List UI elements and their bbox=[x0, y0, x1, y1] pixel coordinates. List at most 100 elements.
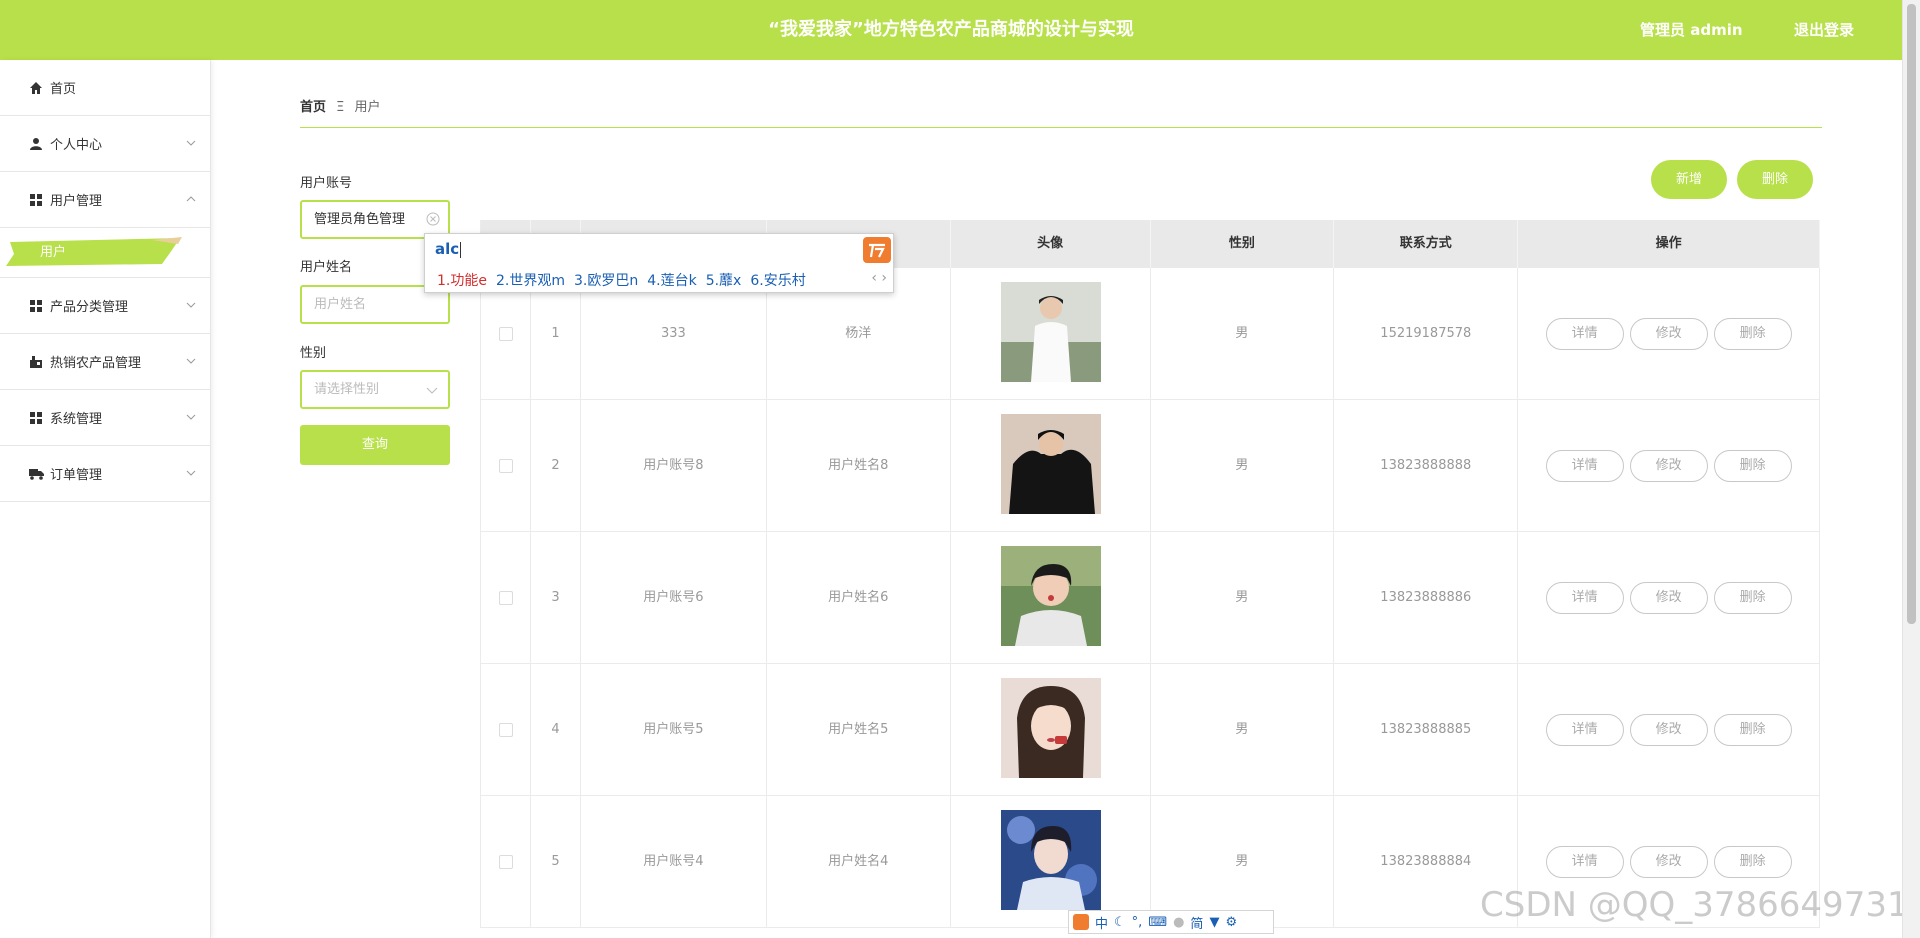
cell-phone: 13823888885 bbox=[1334, 664, 1519, 795]
row-delete-button[interactable]: 删除 bbox=[1713, 713, 1792, 746]
punctuation-icon[interactable]: °, bbox=[1132, 915, 1143, 930]
shirt-icon[interactable]: ▼ bbox=[1209, 915, 1219, 930]
cell-ops: 详情 修改 删除 bbox=[1518, 268, 1820, 399]
sidebar-item-system-management[interactable]: 系统管理 bbox=[0, 390, 210, 446]
chevron-down-icon bbox=[186, 358, 196, 364]
ime-candidate[interactable]: 6.安乐村 bbox=[750, 273, 805, 289]
top-header: “我爱我家”地方特色农产品商城的设计与实现 管理员 admin 退出登录 bbox=[0, 0, 1902, 60]
edit-button[interactable]: 修改 bbox=[1629, 713, 1708, 746]
watermark: CSDN @QQ_3786649731 bbox=[1480, 885, 1909, 925]
row-delete-button[interactable]: 删除 bbox=[1713, 581, 1792, 614]
cell-phone: 13823888888 bbox=[1334, 400, 1519, 531]
sidebar-item-hot-products[interactable]: 热销农产品管理 bbox=[0, 334, 210, 390]
gender-select-placeholder: 请选择性别 bbox=[314, 382, 380, 397]
breadcrumb: 首页 Ξ 用户 bbox=[300, 96, 381, 115]
avatar-image bbox=[1000, 282, 1101, 382]
ime-candidate[interactable]: 2.世界观m bbox=[496, 273, 565, 289]
cell-index: 4 bbox=[531, 664, 581, 795]
grid-icon bbox=[28, 410, 44, 426]
row-checkbox[interactable] bbox=[499, 855, 513, 869]
ime-candidate[interactable]: 1.功能e bbox=[437, 273, 487, 289]
ime-page-nav[interactable]: ‹ › bbox=[871, 270, 887, 286]
cell-check bbox=[481, 796, 531, 927]
row-checkbox[interactable] bbox=[499, 591, 513, 605]
cell-phone: 15219187578 bbox=[1334, 268, 1519, 399]
edit-button[interactable]: 修改 bbox=[1629, 317, 1708, 350]
user-icon[interactable]: ● bbox=[1173, 915, 1184, 930]
sidebar-item-personal-center[interactable]: 个人中心 bbox=[0, 116, 210, 172]
th-gender: 性别 bbox=[1151, 220, 1335, 268]
sidebar-item-home[interactable]: 首页 bbox=[0, 60, 210, 116]
ime-mode-chinese[interactable]: 中 bbox=[1095, 913, 1108, 932]
ime-candidate[interactable]: 4.莲台k bbox=[647, 273, 696, 289]
row-delete-button[interactable]: 删除 bbox=[1713, 317, 1792, 350]
detail-button[interactable]: 详情 bbox=[1545, 713, 1624, 746]
cell-account: 用户账号5 bbox=[581, 664, 767, 795]
avatar-image bbox=[1000, 414, 1101, 514]
query-button[interactable]: 查询 bbox=[300, 425, 450, 465]
row-delete-button[interactable]: 删除 bbox=[1713, 449, 1792, 482]
row-checkbox[interactable] bbox=[499, 459, 513, 473]
edit-button[interactable]: 修改 bbox=[1629, 581, 1708, 614]
sidebar-item-label: 热销农产品管理 bbox=[50, 356, 142, 371]
cell-avatar bbox=[951, 400, 1151, 531]
sidebar-item-label: 用户管理 bbox=[50, 194, 103, 209]
cell-avatar bbox=[951, 796, 1151, 927]
cell-ops: 详情 修改 删除 bbox=[1518, 664, 1820, 795]
app-title: “我爱我家”地方特色农产品商城的设计与实现 bbox=[768, 19, 1134, 40]
sidebar-item-user-management[interactable]: 用户管理 bbox=[0, 172, 210, 228]
sidebar-item-order-management[interactable]: 订单管理 bbox=[0, 446, 210, 502]
delete-button[interactable]: 删除 bbox=[1737, 160, 1813, 199]
current-user-label: 管理员 admin bbox=[1640, 21, 1743, 39]
keyboard-icon[interactable]: ⌨ bbox=[1148, 915, 1167, 930]
detail-button[interactable]: 详情 bbox=[1545, 581, 1624, 614]
grid-icon bbox=[28, 298, 44, 314]
cell-gender: 男 bbox=[1151, 796, 1335, 927]
clear-icon[interactable] bbox=[426, 212, 440, 226]
ime-candidates: 1.功能e 2.世界观m 3.欧罗巴n 4.莲台k 5.蘼x 6.安乐村 bbox=[437, 270, 815, 290]
avatar-image bbox=[1000, 810, 1101, 910]
avatar-image bbox=[1000, 546, 1101, 646]
cell-avatar bbox=[951, 532, 1151, 663]
sidebar-item-label: 个人中心 bbox=[50, 138, 103, 153]
table-row: 4 用户账号5 用户姓名5 男 13823888885 详情 修改 删除 bbox=[481, 664, 1820, 796]
table-row: 3 用户账号6 用户姓名6 男 13823888886 详情 修改 删除 bbox=[481, 532, 1820, 664]
vertical-scrollbar[interactable] bbox=[1902, 0, 1920, 938]
ime-candidate[interactable]: 5.蘼x bbox=[706, 273, 742, 289]
ime-mode-simplified[interactable]: 简 bbox=[1190, 913, 1203, 932]
detail-button[interactable]: 详情 bbox=[1545, 845, 1624, 878]
edit-button[interactable]: 修改 bbox=[1629, 845, 1708, 878]
cell-index: 2 bbox=[531, 400, 581, 531]
name-label: 用户姓名 bbox=[300, 260, 353, 275]
cell-index: 3 bbox=[531, 532, 581, 663]
chevron-down-icon bbox=[186, 414, 196, 420]
row-delete-button[interactable]: 删除 bbox=[1713, 845, 1792, 878]
scrollbar-thumb[interactable] bbox=[1907, 4, 1916, 624]
add-button[interactable]: 新增 bbox=[1651, 160, 1727, 199]
home-icon bbox=[28, 80, 44, 96]
chevron-down-icon bbox=[426, 387, 438, 394]
detail-button[interactable]: 详情 bbox=[1545, 317, 1624, 350]
edit-button[interactable]: 修改 bbox=[1629, 449, 1708, 482]
ime-candidate[interactable]: 3.欧罗巴n bbox=[574, 273, 638, 289]
chevron-down-icon bbox=[186, 302, 196, 308]
truck-icon bbox=[28, 466, 44, 482]
row-checkbox[interactable] bbox=[499, 327, 513, 341]
gender-select[interactable]: 请选择性别 bbox=[300, 370, 450, 409]
breadcrumb-divider bbox=[300, 127, 1822, 128]
cell-avatar bbox=[951, 268, 1151, 399]
sidebar-subitem-user[interactable]: 用户 bbox=[0, 228, 210, 278]
cell-name: 用户姓名6 bbox=[767, 532, 951, 663]
cell-name: 用户姓名8 bbox=[767, 400, 951, 531]
gear-icon[interactable]: ⚙ bbox=[1225, 915, 1237, 930]
breadcrumb-home[interactable]: 首页 bbox=[300, 100, 326, 115]
moon-icon[interactable]: ☾ bbox=[1114, 915, 1126, 930]
logout-link[interactable]: 退出登录 bbox=[1794, 0, 1854, 60]
account-label: 用户账号 bbox=[300, 176, 353, 191]
detail-button[interactable]: 详情 bbox=[1545, 449, 1624, 482]
chevron-down-icon bbox=[186, 470, 196, 476]
cell-account: 用户账号8 bbox=[581, 400, 767, 531]
sidebar-item-product-category[interactable]: 产品分类管理 bbox=[0, 278, 210, 334]
cell-gender: 男 bbox=[1151, 664, 1335, 795]
row-checkbox[interactable] bbox=[499, 723, 513, 737]
